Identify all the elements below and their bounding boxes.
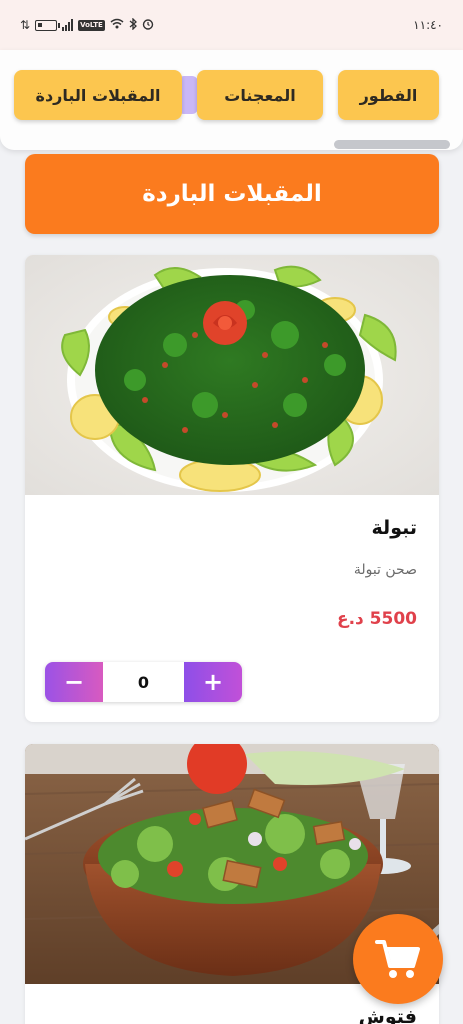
status-bar: ⇅ VoLTE ١١:٤٠: [0, 0, 463, 50]
product-description: صحن تبولة: [353, 562, 417, 578]
alarm-icon: [142, 18, 154, 33]
tabbouleh-photo: [25, 255, 439, 495]
status-icons: ⇅ VoLTE: [20, 16, 154, 33]
battery-icon: [35, 19, 61, 31]
product-name: فتوش: [358, 1006, 417, 1024]
quantity-value: 0: [103, 662, 184, 702]
plus-button[interactable]: +: [184, 662, 242, 702]
minus-button[interactable]: −: [45, 662, 103, 702]
product-price: 5500 د.ع: [336, 609, 417, 629]
minus-icon: −: [63, 668, 85, 696]
signal-icon: [62, 19, 74, 31]
tabs-scrollbar[interactable]: [334, 140, 450, 149]
tab-pastries[interactable]: المعجنات: [197, 70, 323, 120]
quantity-stepper: − 0 +: [45, 662, 242, 702]
status-time: ١١:٤٠: [413, 18, 443, 32]
category-tabs-bar: الفطور المعجنات المقبلات الباردة: [0, 50, 463, 150]
section-title: المقبلات الباردة: [25, 154, 439, 234]
data-arrows-icon: ⇅: [20, 18, 31, 32]
tab-cold-appetizers[interactable]: المقبلات الباردة: [14, 70, 182, 120]
volte-badge: VoLTE: [78, 19, 105, 31]
bluetooth-icon: [129, 16, 137, 33]
wifi-icon: [110, 18, 124, 32]
product-card-tabbouleh[interactable]: تبولة صحن تبولة 5500 د.ع − 0 +: [25, 255, 439, 722]
product-name: تبولة: [371, 517, 417, 539]
tab-breakfast[interactable]: الفطور: [338, 70, 439, 120]
plus-icon: +: [202, 668, 224, 696]
shopping-cart-icon: [375, 940, 420, 978]
cart-button[interactable]: [353, 914, 443, 1004]
